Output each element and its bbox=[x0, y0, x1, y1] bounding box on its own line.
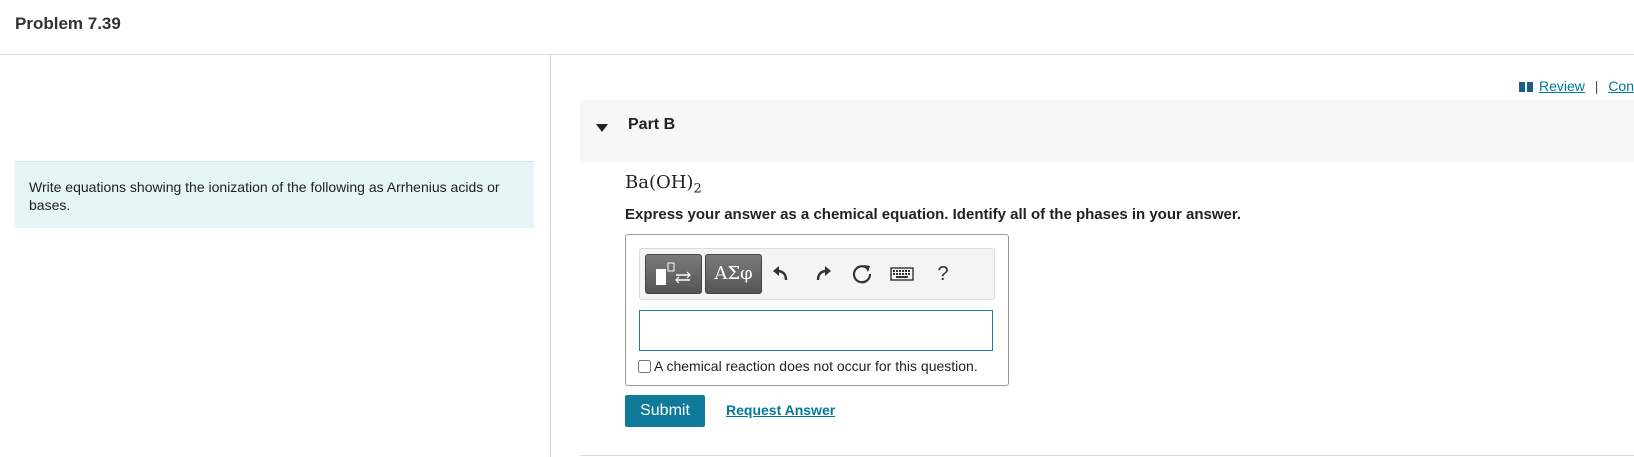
constants-link[interactable]: Con bbox=[1608, 78, 1634, 94]
chemical-formula: Ba(OH)2 bbox=[625, 172, 702, 197]
answer-box: ΑΣφ ? A chemical reaction does not occur… bbox=[625, 234, 1009, 386]
link-separator: | bbox=[1594, 78, 1599, 94]
no-reaction-checkbox[interactable] bbox=[638, 359, 651, 373]
redo-button[interactable] bbox=[808, 259, 838, 289]
answer-input[interactable] bbox=[639, 310, 993, 351]
reset-icon bbox=[852, 265, 872, 284]
answer-instructions: Express your answer as a chemical equati… bbox=[625, 206, 1242, 223]
section-divider bbox=[580, 455, 1634, 456]
keyboard-icon bbox=[890, 267, 914, 281]
part-b-header[interactable]: Part B bbox=[580, 100, 1634, 162]
book-icon bbox=[1519, 82, 1534, 92]
intro-box: Write equations showing the ionization o… bbox=[15, 161, 534, 228]
no-reaction-option[interactable]: A chemical reaction does not occur for t… bbox=[638, 358, 978, 374]
page-header: Problem 7.39 bbox=[0, 0, 1634, 55]
page-title: Problem 7.39 bbox=[15, 14, 121, 33]
collapse-caret-icon[interactable] bbox=[596, 124, 608, 132]
formula-base: Ba(OH) bbox=[625, 172, 694, 193]
intro-text: Write equations showing the ionization o… bbox=[29, 179, 500, 213]
review-links: Review | Con bbox=[1519, 78, 1634, 94]
templates-icon bbox=[656, 262, 691, 285]
undo-button[interactable] bbox=[766, 259, 796, 289]
left-pane: Write equations showing the ionization o… bbox=[0, 55, 551, 457]
equation-toolbar: ΑΣφ ? bbox=[639, 248, 995, 300]
keyboard-button[interactable] bbox=[887, 259, 917, 289]
no-reaction-label: A chemical reaction does not occur for t… bbox=[654, 358, 978, 374]
redo-icon bbox=[816, 266, 831, 281]
templates-button[interactable] bbox=[645, 254, 702, 294]
help-button[interactable]: ? bbox=[928, 259, 958, 289]
formula-subscript: 2 bbox=[693, 181, 702, 197]
review-link[interactable]: Review bbox=[1539, 78, 1585, 94]
request-answer-link[interactable]: Request Answer bbox=[726, 402, 835, 418]
reset-button[interactable] bbox=[847, 259, 877, 289]
symbols-button[interactable]: ΑΣφ bbox=[705, 254, 762, 294]
page: Problem 7.39 Write equations showing the… bbox=[0, 0, 1634, 457]
submit-button[interactable]: Submit bbox=[625, 395, 705, 427]
undo-icon bbox=[773, 266, 788, 281]
part-title: Part B bbox=[628, 116, 676, 133]
